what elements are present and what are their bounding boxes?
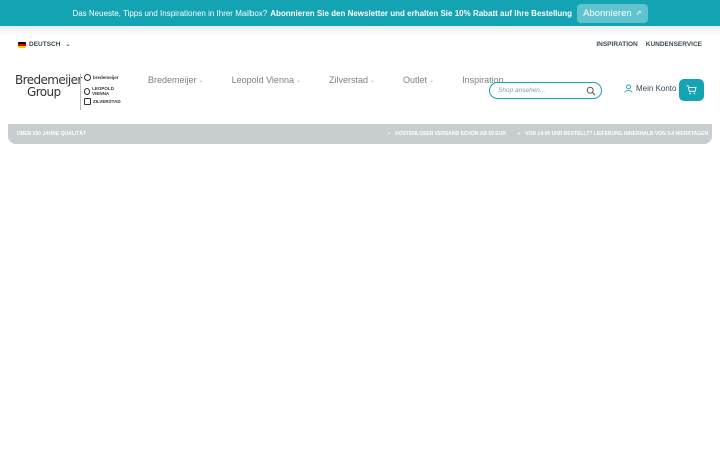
bredemeijer-group-logo[interactable]: Bredemeijer Group bredemeijer LEOPOLD VI…: [15, 74, 125, 110]
search-input[interactable]: Shop ansehen...: [489, 82, 602, 99]
nav-item-outlet[interactable]: Outlet ⌄: [403, 75, 434, 85]
language-selector[interactable]: DEUTSCH ⌄: [18, 41, 70, 48]
search-icon[interactable]: [586, 86, 596, 96]
german-flag-icon: [18, 41, 26, 48]
chevron-down-icon: ⌄: [198, 77, 204, 84]
logo-wordmark: Bredemeijer Group: [15, 73, 82, 99]
account-link[interactable]: Mein Konto: [624, 84, 676, 93]
usp-quality: ÜBER 100 JAHRE QUALITÄT: [17, 131, 86, 137]
newsletter-text: Das Neueste, Tipps und Inspirationen in …: [72, 8, 268, 18]
header-divider: [0, 26, 720, 36]
utility-bar: DEUTSCH ⌄ INSPIRATION KUNDENSERVICE: [0, 36, 720, 54]
chevron-down-icon: ⌄: [429, 77, 435, 84]
external-link-icon: ⇗: [635, 10, 642, 17]
logo-divider: [80, 74, 81, 110]
usp-free-shipping: ✓ KOSTENLOSER VERSAND SCHON AB 50 EUR: [387, 131, 506, 137]
nav-item-bredemeijer[interactable]: Bredemeijer ⌄: [148, 75, 204, 85]
usp-delivery: ✓ VOR 14:00 UHR BESTELLT? LIEFERUNG INNER…: [517, 131, 709, 137]
search-placeholder: Shop ansehen...: [498, 87, 546, 94]
subscribe-button-label: Abonnieren: [583, 7, 632, 19]
user-icon: [624, 84, 633, 93]
language-label: DEUTSCH: [29, 41, 61, 48]
cart-button[interactable]: [679, 79, 704, 101]
cart-icon: [686, 85, 697, 95]
utility-nav: INSPIRATION KUNDENSERVICE: [596, 41, 702, 48]
logo-brand-zilverstad: ZILVERSTAD: [84, 98, 121, 105]
main-header: Bredemeijer Group bredemeijer LEOPOLD VI…: [0, 64, 720, 118]
newsletter-banner: Das Neueste, Tipps und Inspirationen in …: [0, 0, 720, 26]
nav-item-zilverstad[interactable]: Zilverstad ⌄: [329, 75, 375, 85]
main-nav: Bredemeijer ⌄ Leopold Vienna ⌄ Zilversta…: [148, 75, 532, 85]
newsletter-offer-text: Abonnieren Sie den Newsletter und erhalt…: [270, 8, 573, 18]
check-icon: ✓: [387, 131, 392, 137]
crest-icon: [84, 87, 91, 95]
subscribe-button[interactable]: Abonnieren ⇗: [577, 3, 648, 23]
teapot-icon: [84, 74, 91, 81]
check-icon: ✓: [517, 131, 522, 137]
utility-link-inspiration[interactable]: INSPIRATION: [596, 41, 637, 48]
chevron-down-icon: ⌄: [370, 77, 376, 84]
chevron-down-icon: ⌄: [65, 42, 71, 48]
monogram-icon: [84, 98, 91, 105]
utility-link-customer-service[interactable]: KUNDENSERVICE: [646, 41, 702, 48]
chevron-down-icon: ⌄: [295, 77, 301, 84]
logo-brand-bredemeijer: bredemeijer: [84, 74, 119, 81]
usp-bar: ÜBER 100 JAHRE QUALITÄT ✓ KOSTENLOSER VER…: [8, 124, 712, 144]
logo-brand-leopold-vienna: LEOPOLD VIENNA: [84, 86, 125, 96]
account-label: Mein Konto: [636, 84, 677, 93]
nav-item-leopold-vienna[interactable]: Leopold Vienna ⌄: [232, 75, 301, 85]
